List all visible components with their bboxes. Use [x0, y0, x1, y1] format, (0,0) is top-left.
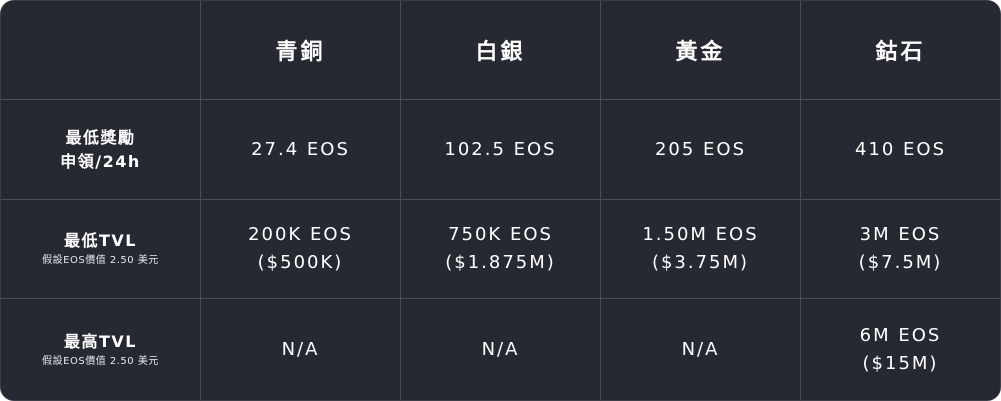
value-line1: 102.5 EOS	[444, 138, 557, 160]
tier-name: 黃金	[675, 40, 726, 65]
value-cell: 410 EOS	[801, 100, 1000, 200]
header-tier-bronze: 青銅	[201, 1, 401, 100]
value-line1: 27.4 EOS	[251, 138, 350, 160]
header-tier-silver: 白銀	[401, 1, 601, 100]
row-label-note: 假設EOS價值 2.50 美元	[42, 355, 159, 367]
value-line1: 3M EOS	[859, 224, 942, 245]
value-cell: 102.5 EOS	[401, 100, 601, 200]
value-line1: 410 EOS	[854, 138, 947, 160]
row-label-min-reward: 最低獎勵 申領/24h	[1, 100, 201, 200]
row-label-line2: 申領/24h	[60, 151, 141, 171]
value-line2: ($1.875M)	[445, 252, 556, 273]
row-label-max-tvl: 最高TVL 假設EOS價值 2.50 美元	[1, 299, 201, 400]
value-line2: ($3.75M)	[651, 252, 750, 273]
value-cell: 3M EOS ($7.5M)	[801, 200, 1000, 299]
value-line1: N/A	[681, 338, 720, 360]
value-cell: 6M EOS ($15M)	[801, 299, 1000, 400]
value-line1: 1.50M EOS	[642, 224, 759, 245]
tier-grid: 青銅 白銀 黃金 鈷石 最低獎勵 申領/24h 27.4 EOS 102.5 E…	[1, 1, 1000, 400]
header-tier-diamond: 鈷石	[801, 1, 1000, 100]
tier-comparison-table: 青銅 白銀 黃金 鈷石 最低獎勵 申領/24h 27.4 EOS 102.5 E…	[0, 0, 1001, 401]
value-line1: 200K EOS	[248, 224, 353, 245]
value-cell: N/A	[401, 299, 601, 400]
value-line2: ($15M)	[862, 352, 939, 374]
value-line1: 205 EOS	[654, 138, 747, 160]
row-label-main: 最高TVL	[63, 331, 137, 351]
row-label-main: 最低TVL	[63, 231, 137, 250]
value-cell: 1.50M EOS ($3.75M)	[601, 200, 801, 299]
value-line1: 6M EOS	[859, 324, 942, 346]
value-line1: 750K EOS	[448, 224, 553, 245]
tier-name: 青銅	[275, 40, 326, 65]
value-cell: 205 EOS	[601, 100, 801, 200]
value-cell: 27.4 EOS	[201, 100, 401, 200]
row-label-min-tvl: 最低TVL 假設EOS價值 2.50 美元	[1, 200, 201, 299]
value-line2: ($7.5M)	[858, 252, 943, 273]
header-tier-gold: 黃金	[601, 1, 801, 100]
value-cell: N/A	[201, 299, 401, 400]
tier-name: 鈷石	[875, 40, 926, 65]
row-label-line1: 最低獎勵	[65, 127, 136, 147]
row-label-note: 假設EOS價值 2.50 美元	[42, 255, 159, 266]
header-corner-cell	[1, 1, 201, 100]
value-cell: 200K EOS ($500K)	[201, 200, 401, 299]
value-cell: N/A	[601, 299, 801, 400]
tier-name: 白銀	[475, 40, 526, 65]
value-line2: ($500K)	[257, 252, 344, 273]
value-line1: N/A	[281, 338, 320, 360]
value-cell: 750K EOS ($1.875M)	[401, 200, 601, 299]
value-line1: N/A	[481, 338, 520, 360]
